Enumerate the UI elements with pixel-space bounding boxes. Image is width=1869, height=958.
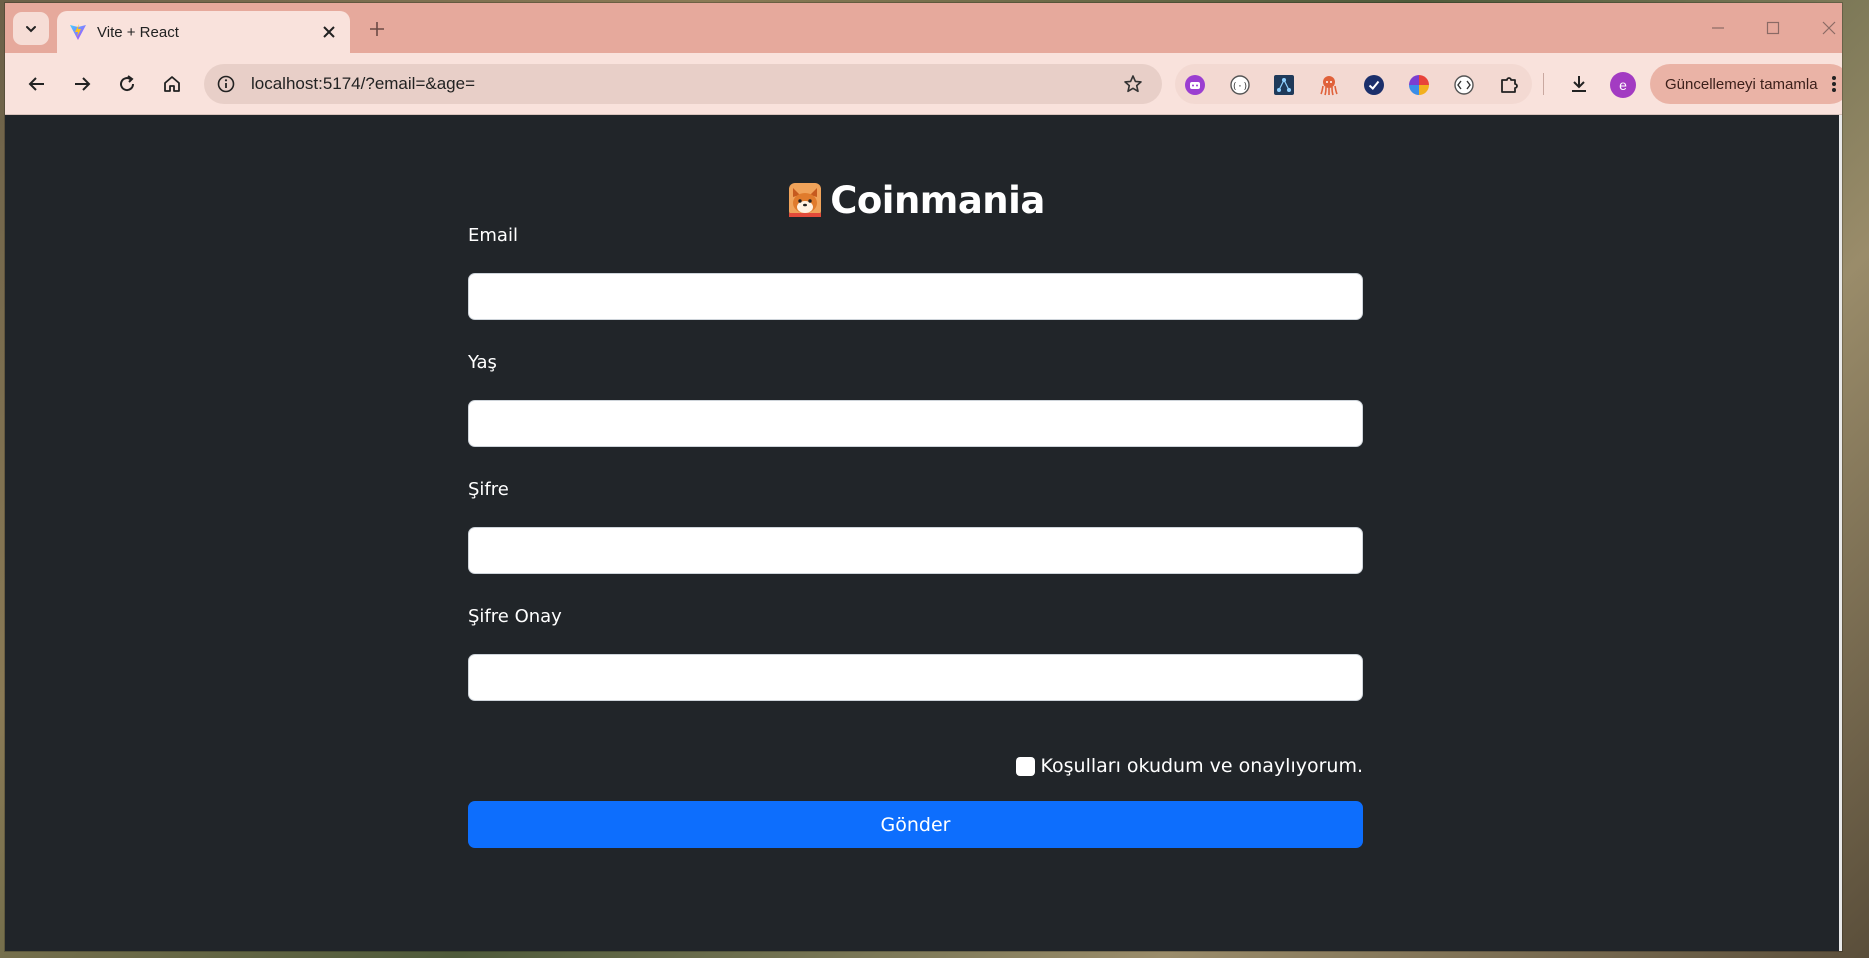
email-label: Email	[468, 225, 518, 246]
home-icon	[164, 76, 180, 92]
forward-button[interactable]	[65, 67, 99, 101]
address-bar[interactable]: localhost:5174/?email=&age=	[204, 64, 1162, 104]
extension-json-icon[interactable]: (·)	[1228, 73, 1252, 97]
extensions-bar: (·)	[1175, 64, 1532, 104]
maximize-icon	[1766, 21, 1780, 35]
submit-button[interactable]: Gönder	[468, 801, 1363, 848]
page-brand: Coinmania	[5, 175, 1829, 225]
page-viewport: Coinmania Email Yaş Şifre Şifre Onay Koş…	[5, 115, 1839, 951]
site-info-icon[interactable]	[213, 71, 239, 97]
window-close-button[interactable]	[1807, 11, 1842, 45]
address-url[interactable]: localhost:5174/?email=&age=	[251, 74, 1118, 94]
scrollbar[interactable]	[1839, 115, 1842, 951]
extensions-puzzle-icon[interactable]	[1497, 73, 1521, 97]
svg-text:(·): (·)	[1232, 82, 1248, 92]
email-field[interactable]	[468, 273, 1363, 320]
downloads-button[interactable]	[1562, 67, 1596, 101]
maximize-button[interactable]	[1751, 11, 1795, 45]
extension-graph-icon[interactable]	[1272, 73, 1296, 97]
back-button[interactable]	[20, 67, 54, 101]
arrow-right-icon	[75, 77, 91, 91]
extension-purple-robot-icon[interactable]	[1183, 73, 1207, 97]
plus-icon	[370, 22, 384, 36]
terms-checkbox[interactable]	[1015, 756, 1035, 776]
vite-icon	[69, 23, 87, 41]
download-icon	[1572, 76, 1586, 92]
browser-window: Vite + React localhost:5174/?email=&age=…	[5, 3, 1842, 951]
tab-title: Vite + React	[97, 23, 179, 41]
shiba-inu-logo	[789, 183, 822, 217]
password-confirm-field[interactable]	[468, 654, 1363, 701]
terms-label[interactable]: Koşulları okudum ve onaylıyorum.	[1041, 755, 1364, 777]
menu-kebab-icon[interactable]	[1824, 69, 1842, 99]
bookmark-star-icon[interactable]	[1118, 69, 1148, 99]
age-field[interactable]	[468, 400, 1363, 447]
update-button[interactable]: Güncellemeyi tamamla	[1650, 64, 1842, 104]
update-button-label: Güncellemeyi tamamla	[1665, 75, 1818, 93]
reload-button[interactable]	[110, 67, 144, 101]
terms-row: Koşulları okudum ve onaylıyorum.	[1015, 755, 1364, 777]
extension-code-icon[interactable]	[1452, 73, 1476, 97]
extension-octopus-icon[interactable]	[1317, 73, 1341, 97]
home-button[interactable]	[155, 67, 189, 101]
extension-check-icon[interactable]	[1362, 73, 1386, 97]
close-window-icon	[1822, 21, 1836, 35]
minimize-button[interactable]	[1696, 11, 1740, 45]
reload-icon	[120, 75, 135, 92]
password-label: Şifre	[468, 479, 509, 500]
extension-color-wheel-icon[interactable]	[1407, 73, 1431, 97]
age-label: Yaş	[468, 352, 497, 373]
close-icon[interactable]	[318, 21, 340, 43]
chevron-down-icon	[26, 25, 36, 32]
password-field[interactable]	[468, 527, 1363, 574]
tab-strip: Vite + React	[5, 3, 1842, 53]
tab-search-button[interactable]	[13, 12, 49, 45]
toolbar-separator	[1543, 73, 1544, 95]
profile-avatar[interactable]: e	[1610, 72, 1636, 98]
tab-active[interactable]: Vite + React	[57, 11, 350, 53]
browser-toolbar: localhost:5174/?email=&age= (·) e Güncel…	[5, 53, 1842, 115]
brand-title: Coinmania	[830, 178, 1045, 222]
arrow-left-icon	[28, 77, 44, 91]
password-confirm-label: Şifre Onay	[468, 606, 562, 627]
minimize-icon	[1712, 27, 1724, 29]
new-tab-button[interactable]	[363, 15, 391, 43]
